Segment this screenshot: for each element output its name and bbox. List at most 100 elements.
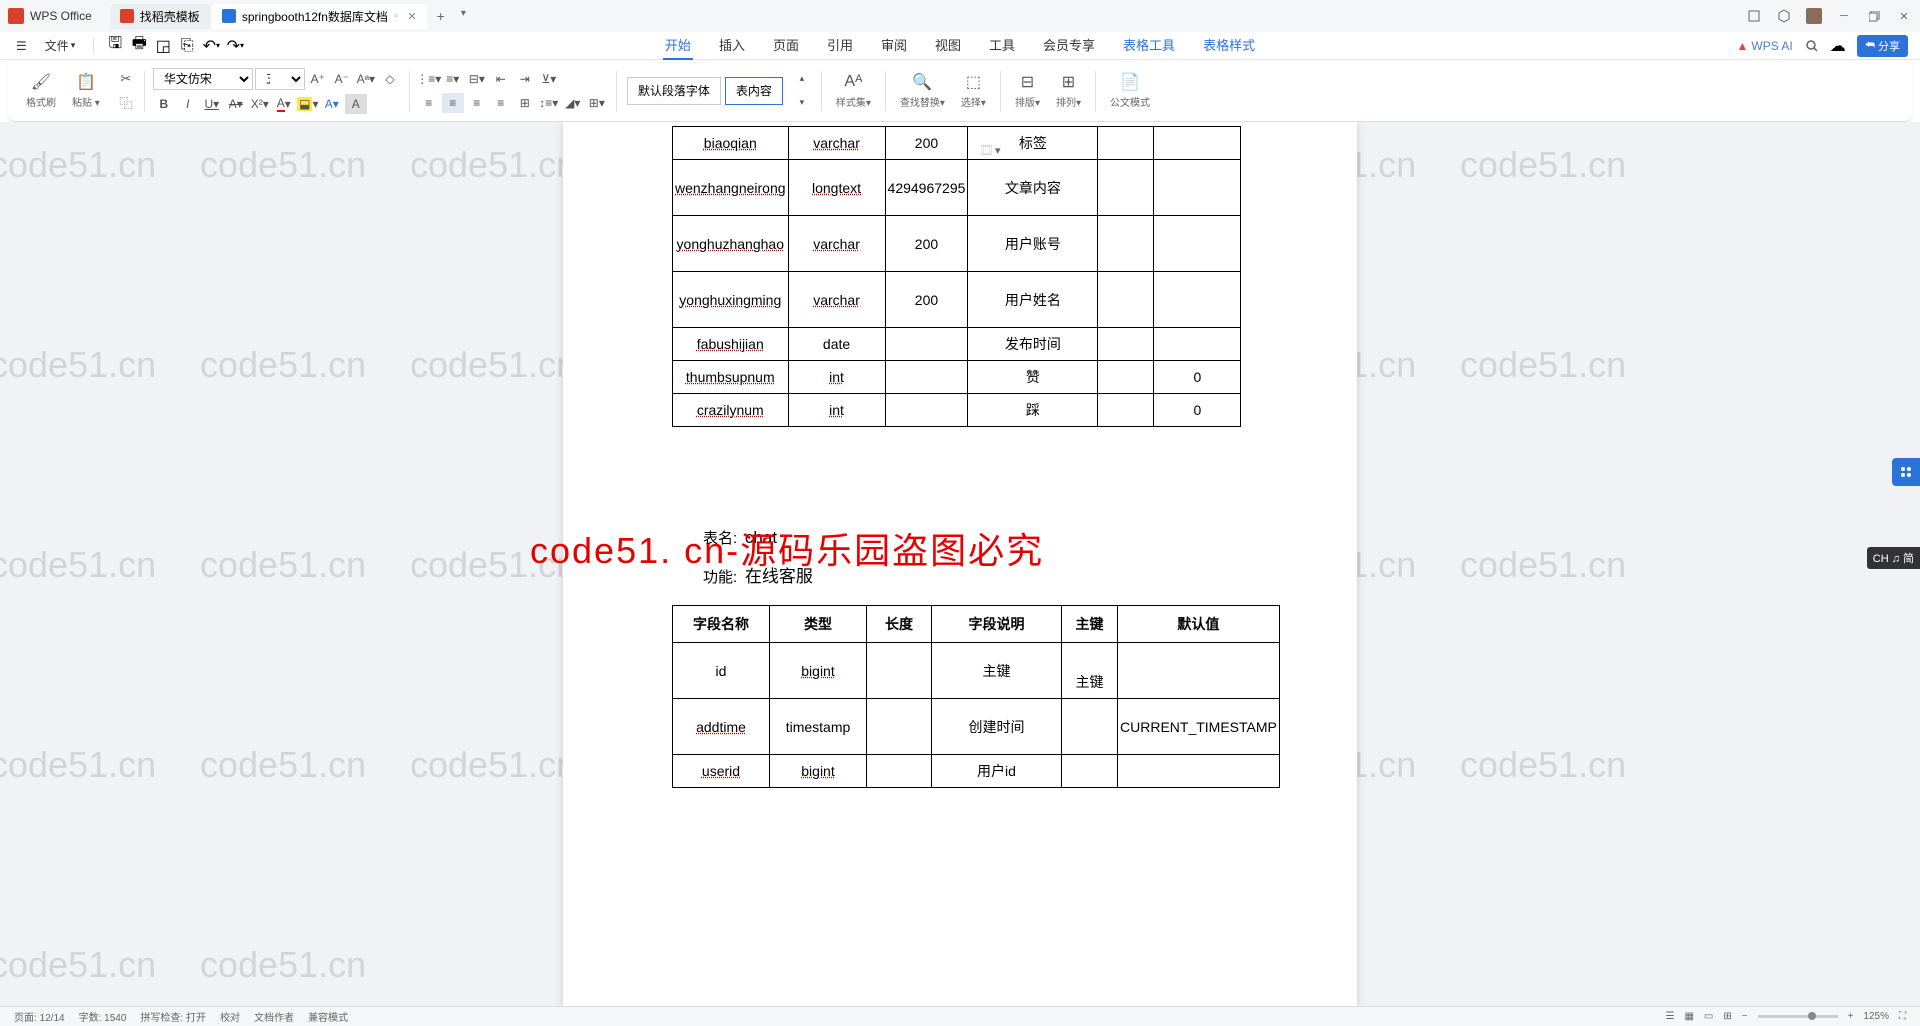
format-painter-group[interactable]: 🖌 格式刷 xyxy=(20,72,62,109)
minimize-icon[interactable]: ─ xyxy=(1836,8,1852,24)
increase-font-icon[interactable]: A⁺ xyxy=(307,69,329,89)
borders-icon[interactable]: ⊞▾ xyxy=(586,93,608,113)
save-icon[interactable]: 🖫 xyxy=(108,39,122,53)
align-justify-icon[interactable]: ≡ xyxy=(490,93,512,113)
tab-tools[interactable]: 工具 xyxy=(987,31,1017,60)
tab-dropdown-icon[interactable]: ▾ xyxy=(453,4,474,29)
side-panel-toggle[interactable] xyxy=(1892,458,1920,486)
char-shading-icon[interactable]: A xyxy=(345,94,367,114)
tab-menu-icon[interactable]: ▫ xyxy=(394,11,398,22)
text-effects-icon[interactable]: A▾ xyxy=(321,94,343,114)
numbering-icon[interactable]: ≡▾ xyxy=(442,69,464,89)
fullscreen-icon[interactable]: ⛶ xyxy=(1899,1011,1906,1022)
status-author[interactable]: 文档作者 xyxy=(254,1009,294,1024)
find-replace-button[interactable]: 🔍 查找替换▾ xyxy=(894,72,951,109)
file-menu[interactable]: 文件 ▾ xyxy=(41,35,80,56)
decrease-indent-icon[interactable]: ⇤ xyxy=(490,69,512,89)
undo-icon[interactable]: ↶▾ xyxy=(204,39,218,53)
shading-icon[interactable]: ◢▾ xyxy=(562,93,584,113)
redo-icon[interactable]: ↷▾ xyxy=(228,39,242,53)
tab-member[interactable]: 会员专享 xyxy=(1041,31,1097,60)
status-words[interactable]: 字数: 1540 xyxy=(79,1009,127,1024)
tab-group: 找稻壳模板 springbooth12fn数据库文档 ▫ ✕ + ▾ xyxy=(110,4,474,29)
font-size-select[interactable]: 五号 xyxy=(255,68,305,90)
arrange-h-button[interactable]: ⊞ 排列▾ xyxy=(1050,72,1087,109)
status-proof[interactable]: 校对 xyxy=(220,1009,240,1024)
font-color-icon[interactable]: A▾ xyxy=(273,94,295,114)
italic-icon[interactable]: I xyxy=(177,94,199,114)
tab-reference[interactable]: 引用 xyxy=(825,31,855,60)
line-spacing-icon[interactable]: ↕≡▾ xyxy=(538,93,560,113)
style-scroll-down-icon[interactable]: ▾ xyxy=(791,93,813,113)
align-right-icon[interactable]: ≡ xyxy=(466,93,488,113)
tab-view[interactable]: 视图 xyxy=(933,31,963,60)
tab-page[interactable]: 页面 xyxy=(771,31,801,60)
superscript-icon[interactable]: X²▾ xyxy=(249,94,271,114)
status-spell[interactable]: 拼写检查: 打开 xyxy=(140,1009,206,1024)
db-table-1[interactable]: biaoqianvarchar200标签 wenzhangneironglong… xyxy=(672,126,1241,427)
cloud-icon[interactable]: ☁ xyxy=(1831,39,1845,53)
cube-icon[interactable] xyxy=(1776,8,1792,24)
tab-insert[interactable]: 插入 xyxy=(717,31,747,60)
increase-indent-icon[interactable]: ⇥ xyxy=(514,69,536,89)
window-layout-icon[interactable] xyxy=(1746,8,1762,24)
print-icon[interactable]: 🖶 xyxy=(132,39,146,53)
menu-right: ▲WPS AI ☁ ⮪ 分享 xyxy=(1737,35,1908,57)
zoom-out-icon[interactable]: − xyxy=(1742,1011,1748,1022)
clear-format-icon[interactable]: ◇ xyxy=(379,69,401,89)
change-case-icon[interactable]: Aᵃ▾ xyxy=(355,69,377,89)
view-mode-1-icon[interactable]: ☰ xyxy=(1665,1011,1674,1022)
add-tab-button[interactable]: + xyxy=(429,4,453,29)
tab-start[interactable]: 开始 xyxy=(663,31,693,60)
view-mode-2-icon[interactable]: ▦ xyxy=(1684,1011,1693,1022)
multilevel-icon[interactable]: ⊟▾ xyxy=(466,69,488,89)
align-center-icon[interactable]: ≡ xyxy=(442,93,464,113)
bullets-icon[interactable]: ⋮≡▾ xyxy=(418,69,440,89)
maximize-icon[interactable] xyxy=(1866,8,1882,24)
find-icon: 🔍 xyxy=(912,72,932,92)
db-table-2[interactable]: 字段名称 类型 长度 字段说明 主键 默认值 idbigint主键主键 addt… xyxy=(672,605,1280,788)
gov-mode-button[interactable]: 📄 公文模式 xyxy=(1104,72,1156,109)
status-mode[interactable]: 兼容模式 xyxy=(308,1009,348,1024)
align-left-icon[interactable]: ≡ xyxy=(418,93,440,113)
avatar-icon[interactable] xyxy=(1806,8,1822,24)
view-mode-3-icon[interactable]: ▭ xyxy=(1704,1011,1713,1022)
ime-indicator[interactable]: CH ♫ 简 xyxy=(1867,547,1920,569)
view-mode-4-icon[interactable]: ⊞ xyxy=(1723,1011,1731,1022)
highlight-icon[interactable]: ⬓▾ xyxy=(297,94,319,114)
style-content[interactable]: 表内容 xyxy=(725,77,783,105)
arrange-v-button[interactable]: ⊟ 排版▾ xyxy=(1009,72,1046,109)
tab-table-style[interactable]: 表格样式 xyxy=(1201,31,1257,60)
tab-template[interactable]: 找稻壳模板 xyxy=(110,4,210,29)
search-icon[interactable] xyxy=(1805,39,1819,53)
wps-ai-button[interactable]: ▲WPS AI xyxy=(1737,39,1793,53)
copy-icon[interactable]: ⿻ xyxy=(116,93,136,113)
tab-table-tools[interactable]: 表格工具 xyxy=(1121,31,1177,60)
tab-document[interactable]: springbooth12fn数据库文档 ▫ ✕ xyxy=(212,4,427,29)
style-scroll-up-icon[interactable]: ▴ xyxy=(791,69,813,89)
bold-icon[interactable]: B xyxy=(153,94,175,114)
export-icon[interactable]: ⎘ xyxy=(180,39,194,53)
close-window-icon[interactable]: ✕ xyxy=(1896,8,1912,24)
select-button[interactable]: ⬚ 选择▾ xyxy=(955,72,992,109)
share-button[interactable]: ⮪ 分享 xyxy=(1857,35,1908,57)
strikethrough-icon[interactable]: A▾ xyxy=(225,94,247,114)
font-name-select[interactable]: 华文仿宋 xyxy=(153,68,253,90)
tab-settings-icon[interactable]: ⊻▾ xyxy=(538,69,560,89)
style-default[interactable]: 默认段落字体 xyxy=(627,77,721,105)
underline-icon[interactable]: U▾ xyxy=(201,94,223,114)
zoom-slider[interactable] xyxy=(1758,1015,1838,1018)
page-nav-dropdown[interactable]: ⿴ ▾ xyxy=(981,142,1001,158)
zoom-level[interactable]: 125% xyxy=(1863,1011,1889,1022)
tab-review[interactable]: 审阅 xyxy=(879,31,909,60)
decrease-font-icon[interactable]: A⁻ xyxy=(331,69,353,89)
status-page[interactable]: 页面: 12/14 xyxy=(14,1009,65,1024)
print-preview-icon[interactable]: ◲ xyxy=(156,39,170,53)
paste-group[interactable]: 📋 粘贴 ▾ xyxy=(66,72,106,109)
style-set-button[interactable]: Aᴬ 样式集▾ xyxy=(830,72,877,109)
zoom-in-icon[interactable]: + xyxy=(1848,1011,1854,1022)
close-tab-icon[interactable]: ✕ xyxy=(407,10,416,23)
hamburger-icon[interactable]: ☰ xyxy=(12,37,31,55)
distribute-icon[interactable]: ⊞ xyxy=(514,93,536,113)
cut-icon[interactable]: ✂ xyxy=(116,69,136,89)
